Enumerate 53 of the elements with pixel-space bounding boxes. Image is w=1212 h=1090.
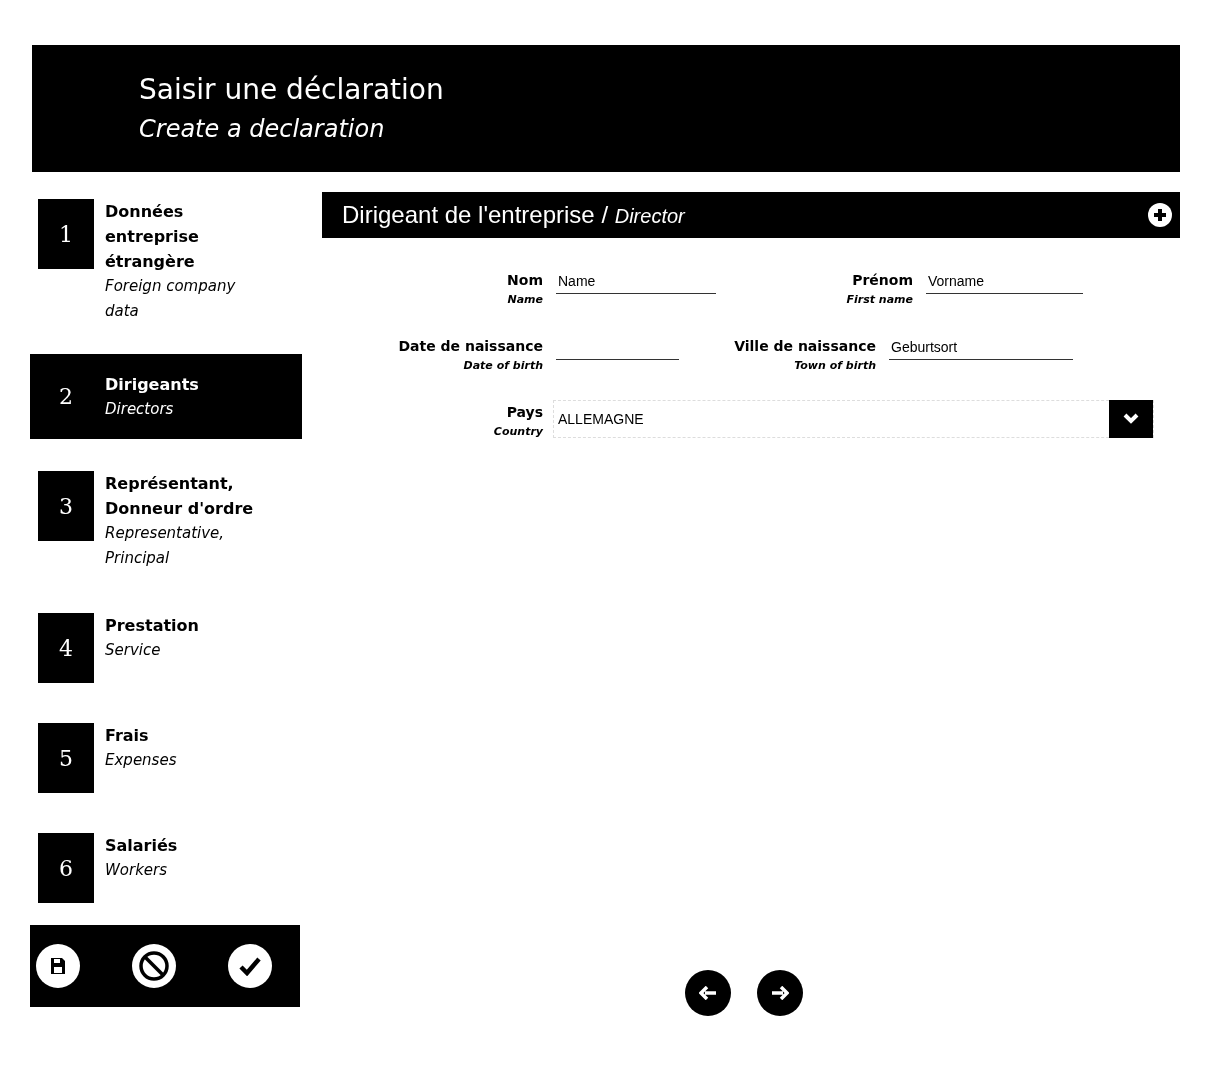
right-arrow-icon — [771, 986, 789, 1000]
field-label: Nom — [507, 271, 543, 290]
step-title: Dirigeants — [105, 373, 200, 396]
step-subtitle: Workers — [105, 860, 169, 881]
country-dropdown[interactable]: ALLEMAGNE — [553, 400, 1154, 438]
step-title: Salariés — [105, 835, 179, 857]
step-item[interactable]: 6 Salariés Workers — [30, 833, 302, 903]
step-item[interactable]: 1 Données entreprise étrangère Foreign company data — [30, 199, 302, 324]
prohibited-icon — [138, 950, 170, 982]
validate-button[interactable] — [228, 944, 272, 988]
step-subtitle: Directors — [105, 398, 175, 420]
step-number: 2 — [58, 383, 74, 411]
field-sublabel: Town of birth — [794, 358, 876, 374]
left-arrow-icon — [699, 986, 717, 1000]
step-number: 6 — [38, 833, 94, 903]
step-number: 3 — [38, 471, 94, 541]
text-field[interactable]: Name — [556, 268, 716, 294]
text-field[interactable]: Geburtsort — [889, 334, 1073, 360]
field-label: Prénom — [852, 271, 913, 290]
page-subtitle: Create a declaration — [139, 114, 385, 145]
next-button[interactable] — [757, 970, 803, 1016]
checkmark-icon — [239, 956, 261, 976]
step-item[interactable]: 5 Frais Expenses — [30, 723, 302, 793]
step-title: Représentant, Donneur d'ordre — [105, 473, 255, 520]
step-title: Données entreprise étrangère — [105, 201, 200, 273]
step-subtitle: Service — [105, 640, 162, 661]
plus-icon — [1153, 208, 1167, 222]
step-subtitle: Foreign company data — [105, 276, 237, 322]
field-label: Ville de naissance — [734, 337, 876, 356]
cancel-button[interactable] — [132, 944, 176, 988]
chevron-down-icon — [1123, 413, 1139, 425]
step-number: 1 — [38, 199, 94, 269]
step-title: Prestation — [105, 615, 200, 637]
step-item[interactable]: 4 Prestation Service — [30, 613, 302, 683]
field-sublabel: First name — [846, 292, 913, 308]
step-number: 5 — [38, 723, 94, 793]
previous-button[interactable] — [685, 970, 731, 1016]
step-subtitle: Representative, Principal — [105, 523, 226, 569]
field-sublabel: Date of birth — [463, 358, 543, 374]
text-field[interactable]: Vorname — [926, 268, 1083, 294]
page-title: Saisir une déclaration — [139, 73, 444, 107]
save-button[interactable] — [36, 944, 80, 988]
field-label: Pays — [506, 403, 543, 422]
step-item[interactable]: 3 Représentant, Donneur d'ordre Representative, Principal — [30, 471, 302, 571]
section-title: Dirigeant de l'entreprise / Director — [342, 200, 685, 230]
field-label: Date de naissance — [398, 337, 543, 356]
add-button[interactable] — [1148, 203, 1172, 227]
field-sublabel: Name — [507, 292, 543, 308]
step-title: Frais — [105, 725, 150, 747]
step-number: 4 — [38, 613, 94, 683]
step-subtitle: Expenses — [105, 750, 178, 771]
field-sublabel: Country — [493, 424, 543, 440]
step-item[interactable]: 2 Dirigeants Directors — [30, 354, 302, 439]
